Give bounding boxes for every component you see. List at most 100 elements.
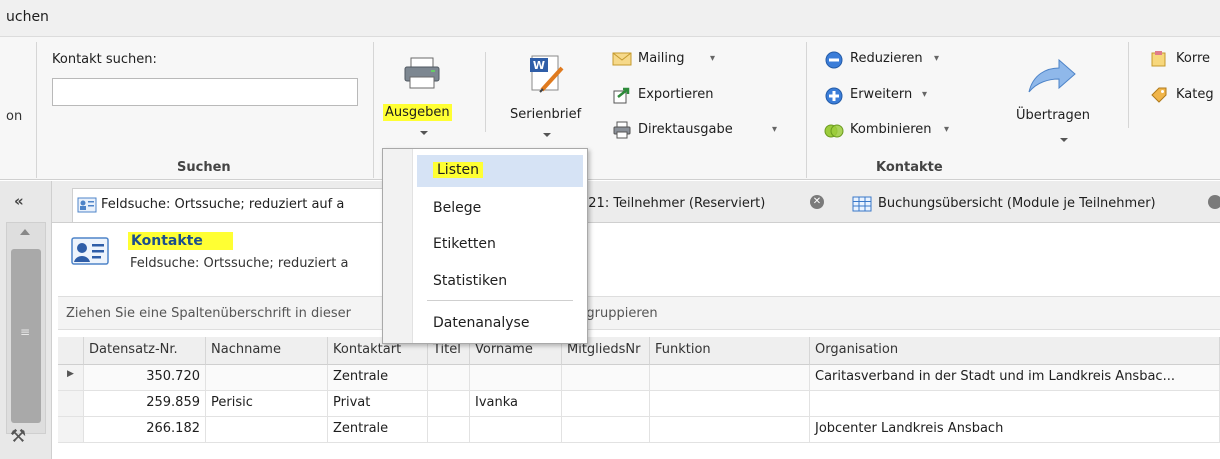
cell-titel[interactable] (428, 365, 470, 391)
cell-nachname[interactable]: Perisic (206, 391, 328, 417)
cell-titel[interactable] (428, 391, 470, 417)
tab-feldsuche[interactable]: Feldsuche: Ortssuche; reduziert auf a (72, 188, 392, 222)
column-header-nachname[interactable]: Nachname (206, 337, 328, 365)
tools-icon[interactable]: ⚒ (10, 426, 26, 447)
menu-item-label: Listen (433, 162, 483, 178)
tab-buchungsuebersicht[interactable]: Buchungsübersicht (Module je Teilnehmer) (842, 188, 1220, 222)
chevron-down-icon (420, 131, 428, 135)
cell-nachname[interactable] (206, 365, 328, 391)
grip-icon: ≡ (20, 325, 31, 339)
export-icon (613, 87, 630, 104)
cell-kontaktart[interactable]: Privat (328, 391, 428, 417)
exportieren-label: Exportieren (638, 87, 714, 102)
serienbrief-button[interactable]: W Serienbrief (502, 52, 592, 146)
minus-circle-icon (825, 51, 843, 69)
ribbon-separator (36, 42, 37, 178)
cell-kontaktart[interactable]: Zentrale (328, 365, 428, 391)
cell-funktion[interactable] (650, 417, 810, 443)
reduzieren-label: Reduzieren (850, 51, 923, 66)
chevron-down-icon: ▾ (710, 53, 716, 64)
forward-arrow-icon (1028, 58, 1076, 93)
contacts-icon (71, 237, 109, 265)
cell-funktion[interactable] (650, 365, 810, 391)
tab-label: Feldsuche: Ortssuche; reduziert auf a (101, 197, 345, 212)
cell-vorname[interactable] (470, 365, 562, 391)
collapse-left-icon[interactable]: « (14, 192, 24, 210)
vertical-scrollbar[interactable]: ≡ (6, 222, 46, 434)
cell-titel[interactable] (428, 417, 470, 443)
row-indicator[interactable] (58, 417, 84, 443)
panel-subtitle: Feldsuche: Ortssuche; reduziert a (130, 256, 349, 271)
cell-mitgliedsnr[interactable] (562, 365, 650, 391)
cell-datensatz-nr[interactable]: 350.720 (84, 365, 206, 391)
menu-item-statistiken[interactable]: Statistiken (417, 266, 583, 298)
tab-label: Buchungsübersicht (Module je Teilnehmer) (878, 196, 1156, 211)
menu-item-listen[interactable]: Listen (417, 155, 583, 187)
scrollbar-thumb[interactable]: ≡ (11, 249, 41, 423)
direktausgabe-label: Direktausgabe (638, 122, 733, 137)
chevron-down-icon: ▾ (922, 89, 928, 100)
ribbon-separator (485, 52, 486, 132)
menu-item-label: Etiketten (433, 236, 496, 252)
ausgeben-dropdown-menu: Listen Belege Etiketten Statistiken Date… (382, 148, 588, 344)
column-header-funktion[interactable]: Funktion (650, 337, 810, 365)
ribbon-tab-strip: uchen (0, 0, 1220, 37)
close-tab-icon[interactable]: ✕ (810, 195, 824, 209)
kategorie-button[interactable]: Kateg (1150, 84, 1220, 108)
ausgeben-label: Ausgeben (383, 104, 452, 121)
kombinieren-button[interactable]: Kombinieren ▾ (824, 119, 984, 143)
panel-title: Kontakte (128, 232, 233, 250)
cell-nachname[interactable] (206, 417, 328, 443)
row-indicator[interactable] (58, 391, 84, 417)
ribbon-separator (1128, 42, 1129, 128)
cell-vorname[interactable]: Ivanka (470, 391, 562, 417)
menu-separator (427, 300, 573, 301)
erweitern-button[interactable]: Erweitern ▾ (824, 84, 984, 108)
column-header-datensatz-nr[interactable]: Datensatz-Nr. (84, 337, 206, 365)
menu-item-datenanalyse[interactable]: Datenanalyse (417, 308, 583, 340)
table-grid-icon (852, 196, 872, 212)
exportieren-button[interactable]: Exportieren (612, 84, 792, 108)
cell-kontaktart[interactable]: Zentrale (328, 417, 428, 443)
group-by-area[interactable]: Ziehen Sie eine Spaltenüberschrift in di… (58, 296, 1220, 330)
korrespondenz-button[interactable]: Korre (1150, 48, 1220, 72)
kateg-label: Kateg (1176, 87, 1214, 102)
search-input[interactable] (52, 78, 358, 106)
korre-label: Korre (1176, 51, 1211, 66)
cell-datensatz-nr[interactable]: 266.182 (84, 417, 206, 443)
ausgeben-button[interactable]: Ausgeben (380, 52, 468, 146)
cell-datensatz-nr[interactable]: 259.859 (84, 391, 206, 417)
direktausgabe-button[interactable]: Direktausgabe ▾ (612, 119, 792, 143)
ribbon-cut-label[interactable]: on (6, 109, 22, 124)
group-hint-left: Ziehen Sie eine Spaltenüberschrift in di… (66, 306, 352, 321)
ribbon-separator (806, 42, 807, 178)
search-label: Kontakt suchen: (52, 52, 157, 67)
chevron-down-icon: ▾ (934, 53, 940, 64)
envelope-icon (612, 52, 632, 66)
uebertragen-button[interactable]: Übertragen (1000, 52, 1100, 146)
reduzieren-button[interactable]: Reduzieren ▾ (824, 48, 984, 72)
scroll-up-icon[interactable] (20, 229, 30, 235)
group-label-kontakte: Kontakte (876, 160, 943, 175)
plus-circle-icon (825, 87, 843, 105)
cell-funktion[interactable] (650, 391, 810, 417)
row-indicator-arrow-icon[interactable]: ▶ (58, 365, 84, 391)
row-indicator-header (58, 337, 84, 365)
cell-organisation[interactable]: Jobcenter Landkreis Ansbach (810, 417, 1220, 443)
note-icon (1151, 51, 1166, 67)
ribbon-tab-search[interactable]: uchen (6, 9, 49, 25)
mailing-button[interactable]: Mailing ▾ (612, 48, 792, 72)
cell-vorname[interactable] (470, 417, 562, 443)
cell-organisation[interactable] (810, 391, 1220, 417)
close-tab-icon[interactable] (1208, 195, 1220, 209)
cell-mitgliedsnr[interactable] (562, 417, 650, 443)
cell-mitgliedsnr[interactable] (562, 391, 650, 417)
menu-item-belege[interactable]: Belege (417, 193, 583, 225)
column-header-organisation[interactable]: Organisation (810, 337, 1220, 365)
tab-teilnehmer[interactable]: 721: Teilnehmer (Reserviert) ✕ (580, 188, 828, 222)
menu-item-etiketten[interactable]: Etiketten (417, 229, 583, 261)
contact-card-icon (77, 197, 97, 213)
uebertragen-label: Übertragen (1016, 108, 1091, 123)
serienbrief-label: Serienbrief (510, 107, 582, 122)
cell-organisation[interactable]: Caritasverband in der Stadt und im Landk… (810, 365, 1220, 391)
